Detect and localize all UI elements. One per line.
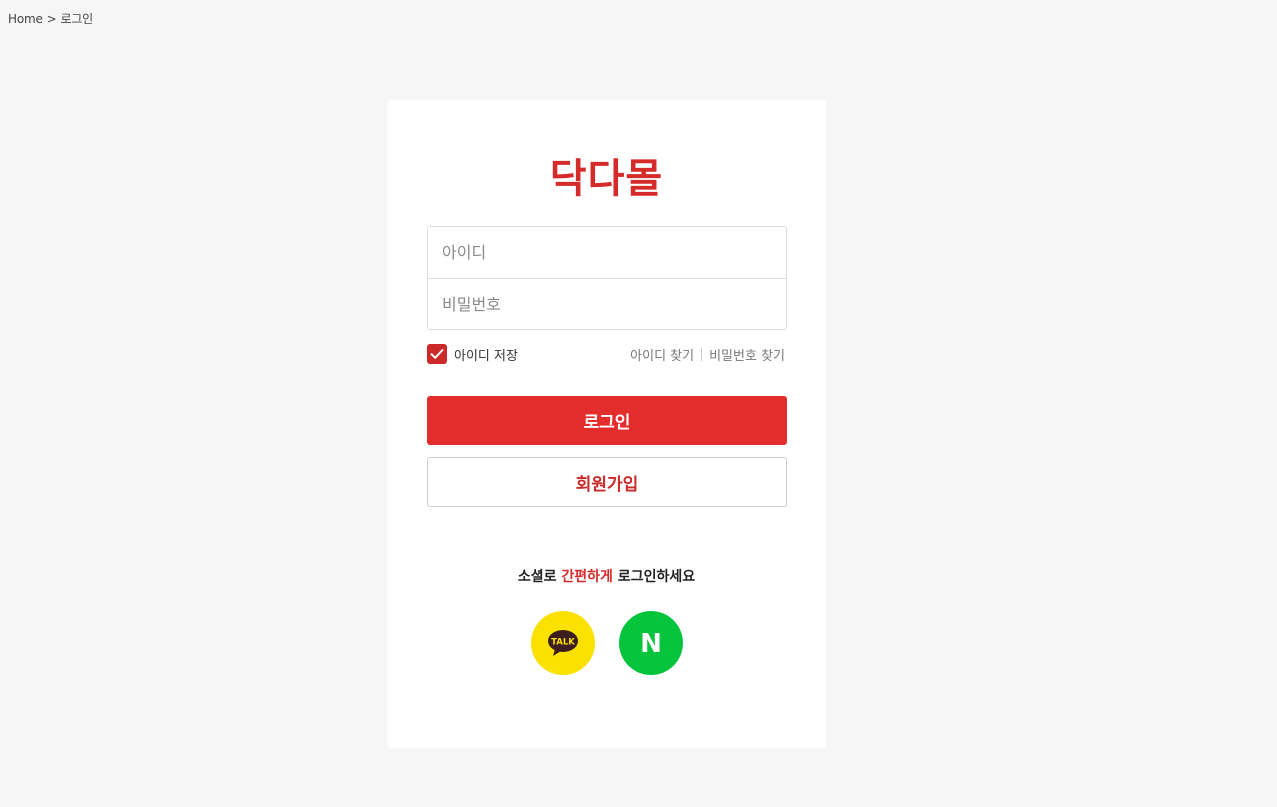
kakao-icon-text: TALK [551, 638, 575, 648]
find-password-link[interactable]: 비밀번호 찾기 [709, 345, 785, 364]
kakao-talk-icon: TALK [547, 630, 578, 656]
social-login-text: 소셜로 간편하게 로그인하세요 [387, 566, 826, 586]
login-options: 아이디 저장 아이디 찾기 비밀번호 찾기 [427, 343, 785, 365]
breadcrumb-current: 로그인 [60, 12, 94, 26]
remember-id-toggle[interactable]: 아이디 저장 [427, 344, 518, 364]
social-text-prefix: 소셜로 [517, 569, 562, 585]
id-input[interactable] [428, 227, 786, 278]
join-button[interactable]: 회원가입 [427, 457, 787, 507]
naver-icon: N [640, 629, 662, 658]
naver-login-button[interactable]: N [618, 611, 683, 675]
check-icon [430, 349, 444, 359]
breadcrumb: Home > 로그인 [8, 10, 93, 27]
naver-icon-text: N [640, 629, 662, 658]
find-account-links: 아이디 찾기 비밀번호 찾기 [630, 345, 785, 364]
link-divider [701, 347, 703, 361]
social-text-suffix: 로그인하세요 [612, 569, 696, 585]
kakao-login-button[interactable]: TALK [530, 611, 595, 675]
login-fields [427, 226, 787, 330]
login-card: 닥다몰 아이디 저장 아이디 찾기 비밀번호 찾기 로그인 회원가입 소셜로 간… [387, 100, 826, 748]
breadcrumb-home-link[interactable]: Home [8, 12, 43, 26]
remember-id-checkbox[interactable] [427, 344, 447, 364]
social-login-buttons: TALK N [387, 611, 826, 675]
breadcrumb-separator: > [46, 11, 57, 26]
social-text-accent: 간편하게 [561, 569, 613, 585]
password-input[interactable] [428, 278, 786, 329]
site-logo[interactable]: 닥다몰 [387, 146, 826, 204]
remember-id-label: 아이디 저장 [454, 348, 518, 364]
login-button[interactable]: 로그인 [427, 396, 787, 445]
find-id-link[interactable]: 아이디 찾기 [630, 345, 694, 364]
